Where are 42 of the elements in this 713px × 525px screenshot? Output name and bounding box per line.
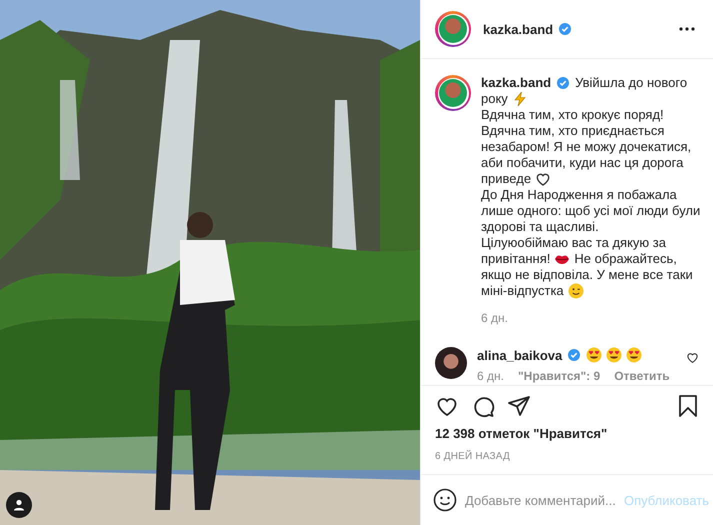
caption-text: До Дня Народження я побажала	[481, 186, 677, 204]
caption-text: міні-відпустка	[481, 282, 564, 300]
heart-eyes-face-icon	[586, 347, 602, 363]
comment-like-button[interactable]	[686, 351, 699, 364]
more-icon	[679, 27, 695, 31]
caption-text: привітання!	[481, 250, 550, 268]
bookmark-icon	[677, 394, 699, 418]
save-button[interactable]	[677, 394, 699, 418]
profile-avatar[interactable]	[435, 11, 471, 47]
heart-eyes-face-icon	[606, 347, 622, 363]
winking-face-icon	[568, 283, 584, 299]
caption-text: лише одного: щоб усі мої люди були	[481, 202, 700, 220]
caption-text: Цілуюобіймаю вас та дякую за	[481, 234, 666, 252]
caption-text: якщо не відповіла. У мене все таки	[481, 266, 693, 284]
caption-text: здорові та щасливі.	[481, 218, 599, 236]
lightning-icon	[512, 91, 528, 107]
likes-count[interactable]: 12 398 отметок "Нравится"	[435, 426, 699, 441]
caption-text: аби побачити, куди нас ця дорога	[481, 154, 684, 172]
person-icon	[13, 499, 25, 511]
caption-text: Увійшла до нового	[575, 74, 688, 92]
comment-time: 6 дн.	[477, 369, 504, 383]
caption-text: незабаром! Я не можу дочекатися,	[481, 138, 692, 156]
share-button[interactable]	[507, 394, 531, 418]
post-date: 6 ДНЕЙ НАЗАД	[435, 451, 511, 462]
caption-text: Не ображайтесь,	[574, 250, 677, 268]
caption-text: Вдячна тим, хто приєднається	[481, 122, 664, 140]
smiley-icon	[433, 488, 457, 512]
paper-plane-icon	[507, 394, 531, 418]
username-link[interactable]: alina_baikova	[477, 348, 562, 362]
username-link[interactable]: kazka.band	[483, 22, 554, 36]
heart-outline-icon	[535, 171, 552, 187]
post-time: 6 дн.	[481, 311, 508, 325]
caption-text: Вдячна тим, хто крокує поряд!	[481, 106, 664, 124]
heart-eyes-face-icon	[626, 347, 642, 363]
comment-input[interactable]: Добавьте комментарий...	[465, 492, 616, 508]
username-link[interactable]: kazka.band	[481, 74, 552, 92]
caption-text: приведе	[481, 170, 532, 188]
profile-avatar[interactable]	[435, 75, 471, 111]
emoji-button[interactable]	[433, 488, 457, 512]
commenter-avatar[interactable]	[435, 347, 467, 379]
heart-icon	[686, 351, 699, 364]
caption-text: року	[481, 90, 508, 108]
